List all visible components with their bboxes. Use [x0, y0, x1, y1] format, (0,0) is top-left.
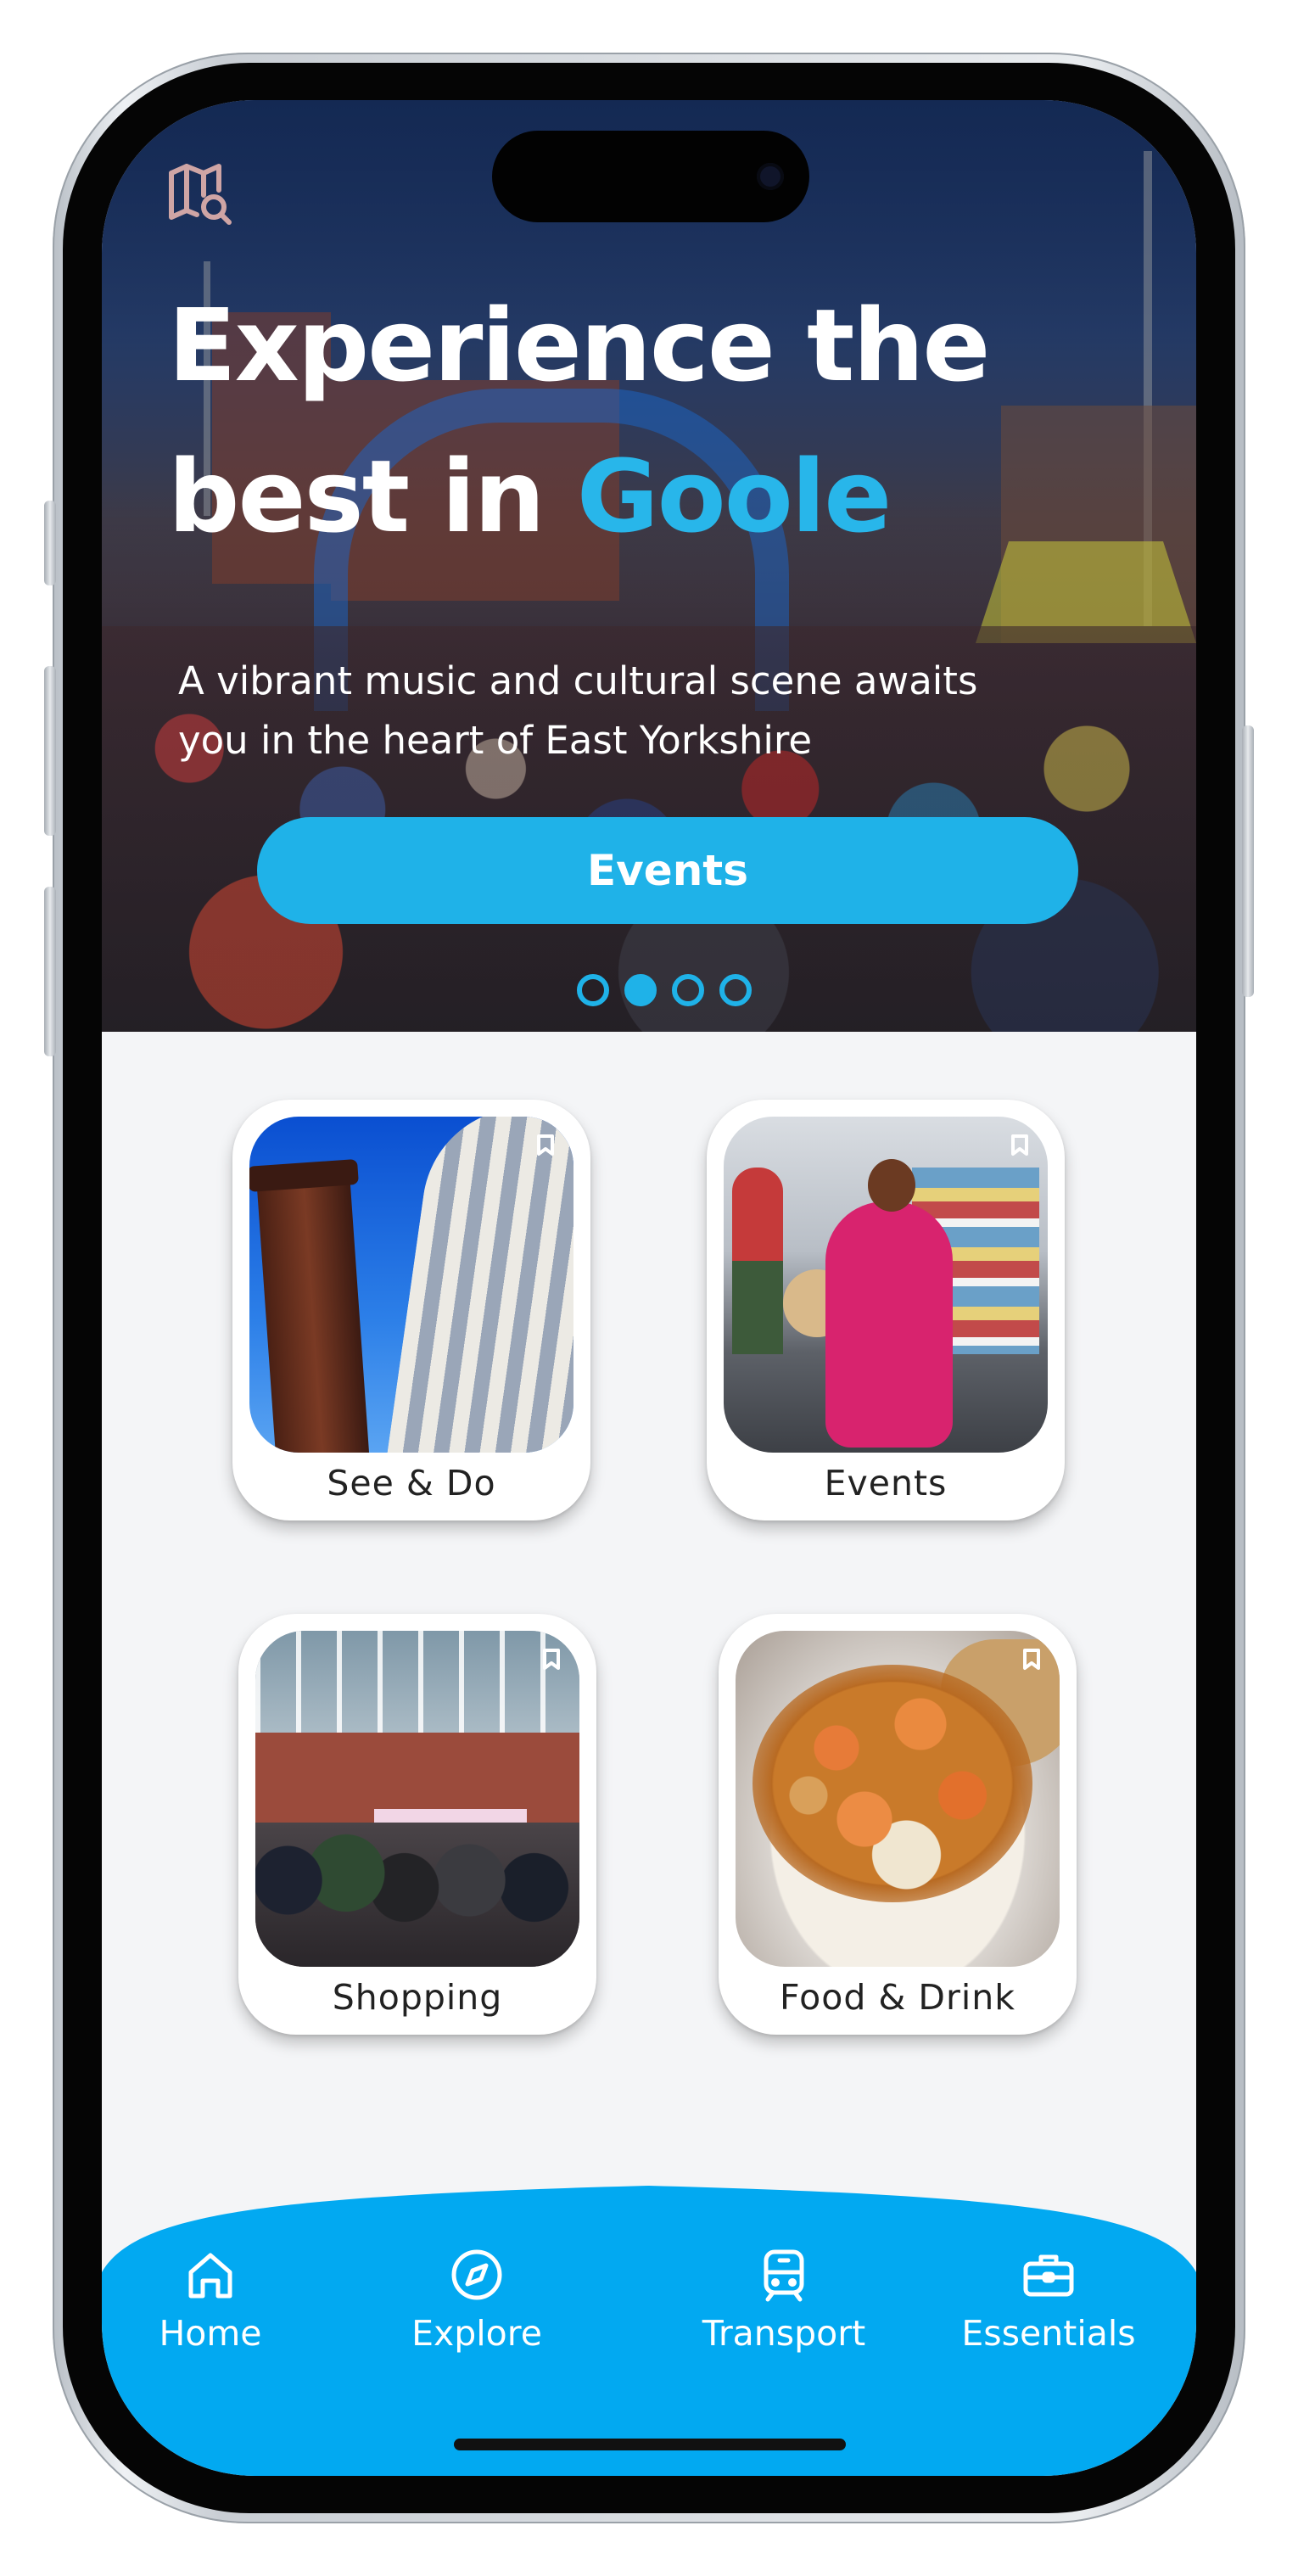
- carousel-dot[interactable]: [719, 974, 752, 1006]
- bookmark-icon[interactable]: [533, 1132, 558, 1157]
- events-photo: [724, 1117, 1048, 1453]
- bookmark-icon[interactable]: [539, 1646, 564, 1672]
- dynamic-island: [492, 131, 809, 222]
- carousel-dot-active[interactable]: [624, 974, 657, 1006]
- carousel-dot[interactable]: [577, 974, 609, 1006]
- carousel-indicator: [577, 974, 752, 1006]
- events-cta-button[interactable]: Events: [257, 817, 1078, 924]
- train-icon: [764, 2249, 804, 2302]
- category-label: Shopping: [332, 1977, 503, 2018]
- category-label: See & Do: [327, 1463, 496, 1504]
- hero-banner[interactable]: Experience the best in Goole A vibrant m…: [102, 100, 1196, 1032]
- chimney-shape: [256, 1173, 370, 1453]
- subtitle-line-2: you in the heart of East Yorkshire: [178, 718, 813, 763]
- bookmark-icon[interactable]: [1007, 1132, 1032, 1157]
- see-do-photo: [249, 1117, 573, 1453]
- hero-headline: Experience the best in Goole: [168, 270, 1144, 572]
- nav-item-essentials[interactable]: Essentials: [947, 2245, 1150, 2389]
- shopping-photo: [255, 1631, 579, 1967]
- volume-up-button: [44, 666, 56, 836]
- map-search-icon[interactable]: [166, 161, 234, 229]
- shoppers-shape: [255, 1823, 579, 1967]
- volume-down-button: [44, 887, 56, 1056]
- carousel-dot[interactable]: [672, 974, 704, 1006]
- nav-item-explore[interactable]: Explore: [375, 2245, 579, 2389]
- home-icon: [188, 2253, 232, 2299]
- category-label: Food & Drink: [780, 1977, 1015, 2018]
- nav-item-home[interactable]: Home: [109, 2245, 312, 2389]
- headline-line-2: best in Goole: [168, 421, 1144, 572]
- hero-subtitle: A vibrant music and cultural scene await…: [178, 652, 1128, 770]
- app-screen: Experience the best in Goole A vibrant m…: [102, 100, 1196, 2476]
- category-card-events[interactable]: Events: [707, 1100, 1065, 1520]
- headline-line-1: Experience the: [168, 287, 990, 404]
- category-card-see-do[interactable]: See & Do: [232, 1100, 590, 1520]
- compass-icon: [451, 2249, 502, 2300]
- category-card-food-drink[interactable]: Food & Drink: [719, 1614, 1077, 2035]
- headline-accent: Goole: [576, 438, 892, 555]
- front-camera: [757, 163, 784, 190]
- bookmark-icon[interactable]: [1019, 1646, 1044, 1672]
- category-label: Events: [824, 1463, 948, 1504]
- nav-label-explore: Explore: [411, 2313, 542, 2354]
- subtitle-line-1: A vibrant music and cultural scene await…: [178, 658, 978, 703]
- power-button: [1242, 725, 1254, 997]
- headline-prefix: best in: [168, 438, 545, 555]
- category-card-shopping[interactable]: Shopping: [238, 1614, 596, 2035]
- bottom-navigation: Home Explore Transport Essentials: [102, 2179, 1196, 2476]
- briefcase-icon: [1023, 2254, 1074, 2297]
- curry-dish-shape: [753, 1665, 1032, 1902]
- person-shape: [732, 1168, 783, 1354]
- action-button: [44, 501, 56, 585]
- nav-label-transport: Transport: [702, 2313, 866, 2354]
- food-drink-photo: [736, 1631, 1060, 1967]
- water-tower-shape: [385, 1117, 573, 1453]
- home-indicator[interactable]: [454, 2439, 846, 2450]
- nav-label-home: Home: [159, 2313, 262, 2354]
- nav-label-essentials: Essentials: [961, 2313, 1136, 2354]
- dancer-shape: [825, 1159, 953, 1448]
- nav-item-transport[interactable]: Transport: [682, 2245, 886, 2389]
